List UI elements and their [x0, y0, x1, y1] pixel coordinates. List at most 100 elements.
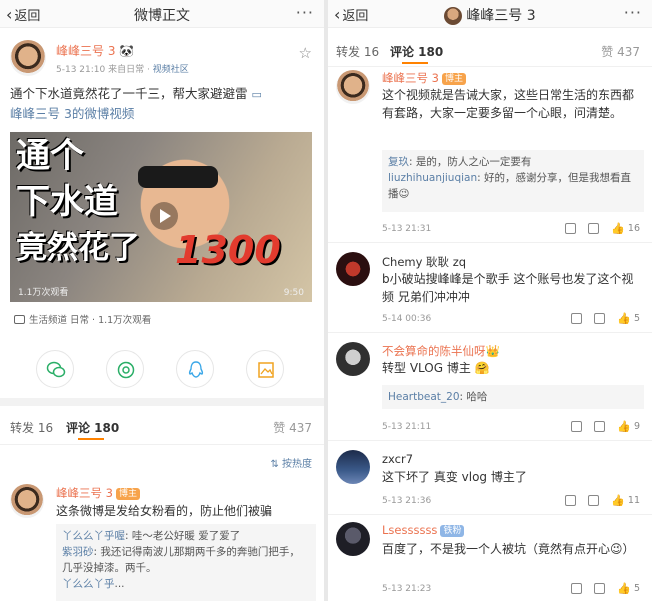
- tab-like[interactable]: 赞 437: [601, 43, 640, 60]
- reply-item: 复玖: 是的，防人之心一定要有: [388, 154, 638, 170]
- divider: [0, 444, 324, 445]
- tab-active-indicator: [78, 438, 104, 440]
- title-avatar[interactable]: [444, 7, 463, 25]
- author-name[interactable]: 峰峰三号 3 🐼: [56, 42, 134, 59]
- like-count: 16: [627, 223, 640, 234]
- reply-box[interactable]: Heartbeat_20: 哈哈: [382, 385, 644, 409]
- reply-author[interactable]: 丫么么丫乎: [62, 578, 115, 590]
- reply-icon[interactable]: [588, 495, 600, 506]
- comment-author-text: 不会算命的陈半仙呀: [382, 344, 486, 358]
- more-options-button[interactable]: ···: [624, 3, 642, 22]
- video-player[interactable]: 通个 下水道 竟然花了 1300 1.1万次观看 9:50: [10, 132, 312, 302]
- share-icon[interactable]: [565, 223, 577, 234]
- post-time: 5-13 21:10: [56, 65, 106, 75]
- nav-bar: ‹ 返回 峰峰三号 3 ···: [328, 0, 652, 28]
- like-button[interactable]: 👍 16: [611, 222, 640, 235]
- comment-text: 这条微博是发给女粉看的，防止他们被骗: [56, 504, 273, 518]
- reply-icon[interactable]: [594, 313, 606, 324]
- post-text: 通个下水道竟然花了一千三，帮大家避避雷: [10, 86, 248, 101]
- sort-label: 按热度: [282, 459, 312, 470]
- weibo-post-pane: ‹ 返回 微博正文 ··· 峰峰三号 3 🐼 5-13 21:10 来自日常 ·…: [0, 0, 324, 601]
- reply-item: 紫羽砂: 我还记得南波儿那期两千多的奔驰门把手，几乎没掉漆。两千。: [62, 544, 310, 576]
- comment-avatar[interactable]: [336, 342, 370, 376]
- comment-author[interactable]: Chemy 耿耿 zq: [382, 254, 466, 270]
- like-button[interactable]: 👍 9: [617, 420, 640, 433]
- comment-text: 百度了，不是我一个人被坑（竟然有点开心😉）: [382, 542, 635, 556]
- reply-text: : 是的，防人之心一定要有: [409, 156, 532, 168]
- comment-avatar[interactable]: [336, 522, 370, 556]
- more-options-button[interactable]: ···: [296, 3, 314, 22]
- reply-author[interactable]: 丫么么丫乎喔: [62, 530, 125, 542]
- reply-author[interactable]: liuzhihuanjiuqian: [388, 172, 477, 184]
- divider: [328, 514, 652, 515]
- reply-icon[interactable]: [594, 421, 606, 432]
- tab-repost[interactable]: 转发 16: [336, 43, 379, 60]
- share-icon[interactable]: [571, 583, 583, 594]
- comment-author[interactable]: 峰峰三号 3 博主: [382, 70, 466, 86]
- tab-repost[interactable]: 转发 16: [10, 419, 53, 436]
- video-link[interactable]: 峰峰三号 3的微博视频: [10, 106, 134, 121]
- tab-comment[interactable]: 评论 180: [390, 43, 443, 60]
- wechat-icon[interactable]: [36, 350, 74, 388]
- sort-button[interactable]: ⇅ 按热度: [270, 455, 312, 470]
- qq-icon[interactable]: [176, 350, 214, 388]
- sort-icon: ⇅: [270, 459, 282, 470]
- share-row: [0, 346, 324, 390]
- tab-like[interactable]: 赞 437: [273, 419, 312, 436]
- thumb-up-icon: 👍: [617, 312, 631, 325]
- video-duration: 9:50: [283, 288, 304, 298]
- crown-emoji: 👑: [485, 344, 500, 358]
- panda-emoji: 🐼: [119, 44, 135, 58]
- reply-author[interactable]: 紫羽砂: [62, 546, 94, 558]
- reply-author[interactable]: Heartbeat_20: [388, 391, 460, 403]
- share-icon[interactable]: [571, 313, 583, 324]
- reply-text: : 我还记得南波儿那期两千多的奔驰门把手，几乎没掉漆。两千。: [62, 546, 300, 574]
- comment-author[interactable]: Lsessssss 铁粉: [382, 523, 465, 537]
- video-source-text: 生活频道 日常 · 1.1万次观看: [29, 315, 152, 326]
- comment-text: 这个视频就是告诫大家，这些日常生活的东西都有套路，大家一定要多留一个心眼，问清楚…: [382, 88, 635, 120]
- thumb-up-icon: 👍: [617, 582, 631, 595]
- video-caption-line3: 竟然花了: [16, 230, 140, 266]
- reply-item: liuzhihuanjiuqian: 好的，感谢分享，但是我想看直播😉: [388, 170, 638, 202]
- video-source-line: 生活频道 日常 · 1.1万次观看: [14, 312, 151, 326]
- channel-link[interactable]: 视频社区: [153, 65, 189, 75]
- like-count: 5: [633, 583, 640, 594]
- like-button[interactable]: 👍 5: [617, 312, 640, 325]
- like-button[interactable]: 👍 5: [617, 582, 640, 595]
- comment-time: 5-14 00:36: [382, 314, 432, 324]
- comment-author[interactable]: zxcr7: [382, 452, 413, 466]
- like-count: 5: [633, 313, 640, 324]
- comment-author[interactable]: 峰峰三号 3 博主: [56, 485, 140, 501]
- like-button[interactable]: 👍 11: [611, 494, 640, 507]
- page-title: 峰峰三号 3: [328, 5, 652, 25]
- moments-icon[interactable]: [106, 350, 144, 388]
- reply-icon[interactable]: [588, 223, 600, 234]
- play-icon[interactable]: [150, 202, 178, 230]
- favorite-star-icon[interactable]: ☆: [299, 44, 312, 62]
- author-avatar[interactable]: [10, 40, 46, 76]
- comment-avatar[interactable]: [336, 252, 370, 286]
- save-image-icon[interactable]: [246, 350, 284, 388]
- reply-text: ...: [114, 578, 125, 590]
- divider: [328, 66, 652, 67]
- share-icon[interactable]: [571, 421, 583, 432]
- thumb-up-icon: 👍: [611, 222, 625, 235]
- comment-avatar[interactable]: [336, 70, 370, 104]
- comment-avatar[interactable]: [336, 450, 370, 484]
- comment-time: 5-13 21:11: [382, 422, 432, 432]
- reply-icon[interactable]: [594, 583, 606, 594]
- like-count: 9: [633, 421, 640, 432]
- share-icon[interactable]: [565, 495, 577, 506]
- author-name-text: 峰峰三号 3: [56, 44, 116, 58]
- post-source-prefix: 来自: [108, 65, 127, 75]
- post-body: 通个下水道竟然花了一千三，帮大家避避雷 ▭ 峰峰三号 3的微博视频: [10, 84, 310, 123]
- reply-author[interactable]: 复玖: [388, 156, 409, 168]
- reply-box[interactable]: 复玖: 是的，防人之心一定要有 liuzhihuanjiuqian: 好的，感谢…: [382, 150, 644, 212]
- comment-author-text: 峰峰三号 3: [382, 71, 439, 85]
- nav-bar: ‹ 返回 微博正文 ···: [0, 0, 324, 28]
- comment-avatar[interactable]: [10, 484, 44, 518]
- tab-comment[interactable]: 评论 180: [66, 419, 119, 436]
- comment-tabs: 转发 16 评论 180 赞 437: [328, 34, 652, 66]
- reply-box[interactable]: 丫么么丫乎喔: 哇～老公好暖 爱了爱了 紫羽砂: 我还记得南波儿那期两千多的奔驰…: [56, 524, 316, 601]
- comment-author[interactable]: 不会算命的陈半仙呀👑: [382, 343, 500, 359]
